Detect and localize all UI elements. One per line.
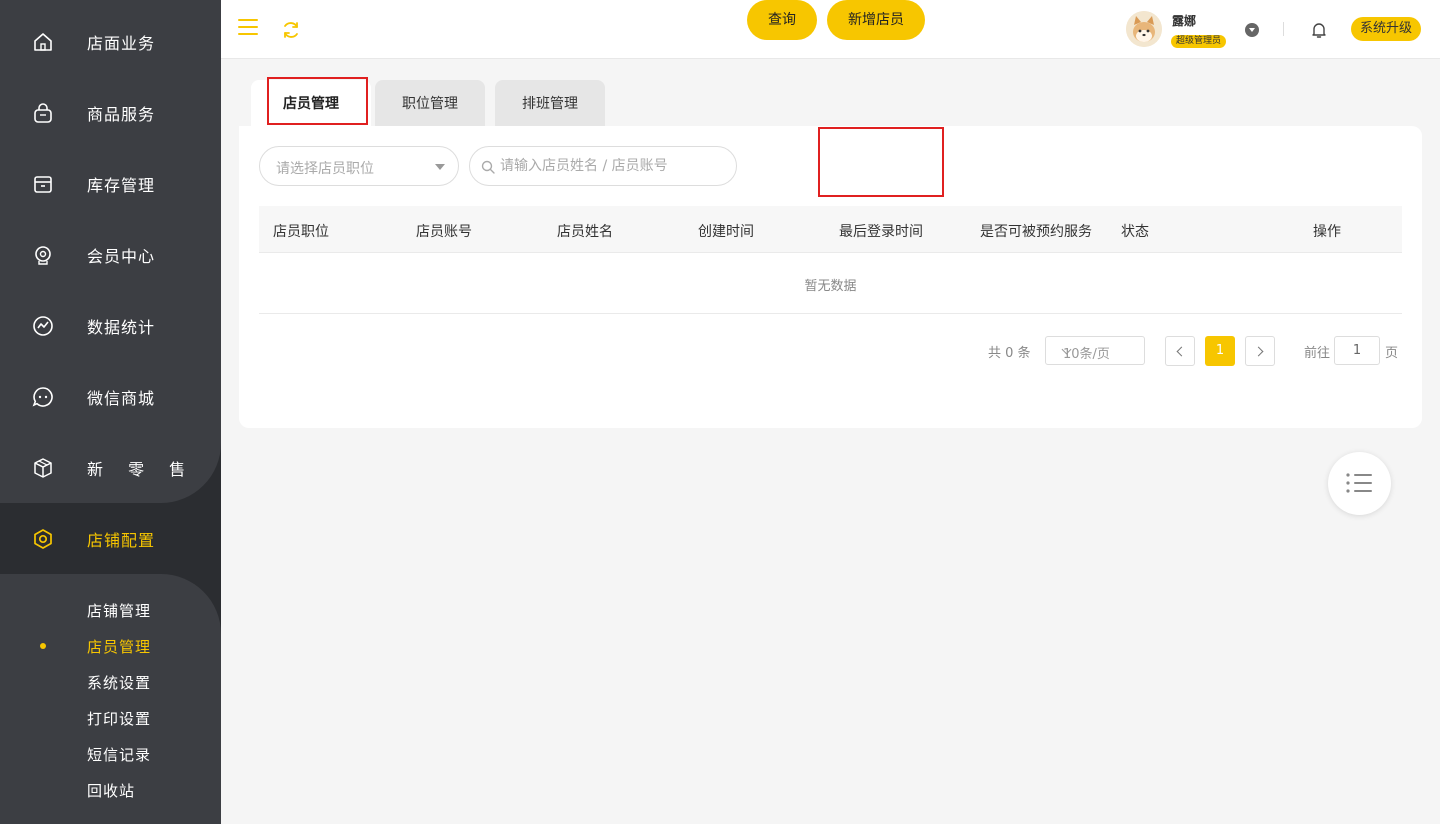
table-empty-row: 暂无数据 — [259, 254, 1402, 314]
column-header: 店员姓名 — [557, 224, 613, 240]
chevron-down-icon[interactable] — [1245, 23, 1259, 37]
prev-page-button[interactable] — [1165, 336, 1195, 366]
member-icon — [31, 243, 55, 267]
sidebar-item-label: 微信商城 — [87, 388, 156, 408]
column-header: 创建时间 — [698, 224, 754, 240]
goto-label: 前往 — [1304, 346, 1331, 361]
archive-box-icon — [31, 172, 55, 196]
avatar[interactable] — [1126, 11, 1162, 47]
list-icon — [1346, 473, 1372, 493]
page-size-value: 10条/页 — [1063, 347, 1110, 362]
sidebar-item-label: 库存管理 — [87, 175, 156, 195]
sidebar-item-label: 数据统计 — [87, 317, 156, 337]
role-badge: 超级管理员 — [1171, 35, 1227, 48]
caret-down-icon — [435, 164, 445, 170]
pagination-total: 共 0 条 — [988, 346, 1031, 361]
tab-schedule-management[interactable]: 排班管理 — [495, 80, 605, 126]
search-icon — [481, 159, 495, 174]
submenu-item-store-management[interactable]: 店铺管理 — [87, 600, 151, 621]
tab-label: 店员管理 — [283, 96, 339, 112]
chart-icon — [31, 314, 55, 338]
column-header: 最后登录时间 — [839, 224, 923, 240]
page-size-select[interactable]: 10条/页 — [1045, 336, 1145, 365]
table-header: 店员职位 店员账号 店员姓名 创建时间 最后登录时间 是否可被预约服务 状态 操… — [259, 206, 1402, 253]
floating-list-button[interactable] — [1328, 452, 1391, 515]
chevron-right-icon — [1253, 346, 1264, 357]
sidebar-item-new-retail[interactable]: 新 零 售 — [0, 432, 221, 503]
submenu-item-staff-management[interactable]: 店员管理 — [87, 636, 151, 657]
settings-hexagon-icon — [31, 527, 55, 551]
submenu-item-system-settings[interactable]: 系统设置 — [87, 672, 151, 693]
position-select[interactable]: 请选择店员职位 — [259, 146, 459, 186]
sidebar-item-wechat-mall[interactable]: 微信商城 — [0, 361, 221, 432]
query-button[interactable]: 查询 — [747, 0, 817, 40]
bell-icon[interactable] — [1311, 21, 1327, 39]
empty-state-text: 暂无数据 — [804, 279, 857, 294]
highlight-box-add-button — [818, 127, 944, 197]
submenu-item-sms-records[interactable]: 短信记录 — [87, 744, 151, 765]
sidebar-item-members[interactable]: 会员中心 — [0, 219, 221, 290]
column-header: 状态 — [1121, 224, 1149, 240]
sidebar-item-label: 商品服务 — [87, 104, 156, 124]
sidebar-item-store-config[interactable]: 店铺配置 — [0, 503, 221, 574]
column-header: 是否可被预约服务 — [980, 224, 1092, 240]
sidebar-item-products[interactable]: 商品服务 — [0, 77, 221, 148]
user-name: 露娜 — [1172, 14, 1197, 28]
active-indicator-dot — [40, 643, 46, 649]
menu-toggle-icon[interactable] — [238, 19, 258, 37]
search-input[interactable] — [500, 147, 730, 185]
sidebar-item-label: 新 零 售 — [87, 459, 196, 479]
sidebar-item-inventory[interactable]: 库存管理 — [0, 148, 221, 219]
sidebar-item-label: 会员中心 — [87, 246, 156, 266]
submenu-item-recycle-bin[interactable]: 回收站 — [87, 780, 135, 801]
tab-position-management[interactable]: 职位管理 — [375, 80, 485, 126]
submenu-item-print-settings[interactable]: 打印设置 — [87, 708, 151, 729]
sidebar-item-statistics[interactable]: 数据统计 — [0, 290, 221, 361]
column-header: 店员职位 — [273, 224, 329, 240]
header-divider — [1283, 22, 1284, 36]
column-header: 操作 — [1313, 224, 1341, 240]
sidebar-item-label: 店面业务 — [87, 33, 156, 53]
sidebar-item-label: 店铺配置 — [87, 530, 156, 550]
page-number-current[interactable]: 1 — [1205, 336, 1235, 366]
chat-icon — [31, 385, 55, 409]
search-field — [469, 146, 737, 186]
house-icon — [31, 30, 55, 54]
refresh-icon[interactable] — [280, 19, 302, 41]
chevron-left-icon — [1176, 346, 1187, 357]
sidebar: 店面业务 商品服务 库存管理 会员中心 数据统计 微信商城 新 零 售 店铺配置… — [0, 0, 221, 824]
system-upgrade-button[interactable]: 系统升级 — [1351, 17, 1421, 41]
add-staff-button[interactable]: 新增店员 — [827, 0, 925, 40]
next-page-button[interactable] — [1245, 336, 1275, 366]
position-select-placeholder: 请选择店员职位 — [276, 161, 374, 177]
page-unit-label: 页 — [1385, 346, 1399, 361]
goto-page-field — [1334, 336, 1380, 365]
column-header: 店员账号 — [416, 224, 472, 240]
cube-icon — [31, 456, 55, 480]
shopping-bag-icon — [31, 101, 55, 125]
goto-page-input[interactable] — [1335, 337, 1379, 364]
sidebar-item-storefront[interactable]: 店面业务 — [0, 6, 221, 77]
